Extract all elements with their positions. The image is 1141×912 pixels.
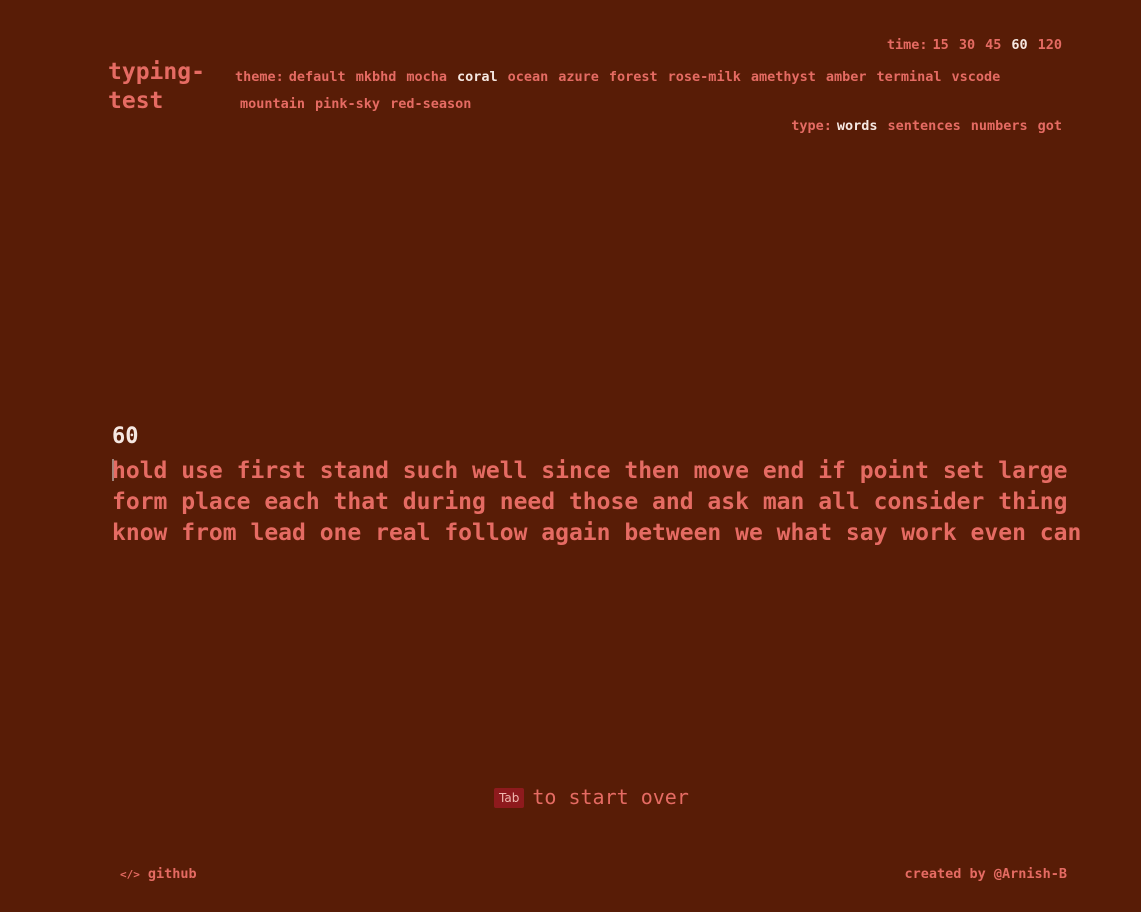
theme-option-pink-sky[interactable]: pink-sky — [315, 91, 380, 118]
time-option-30[interactable]: 30 — [959, 37, 975, 54]
word-line-text: hold use first stand such well since the… — [112, 458, 1068, 484]
word-line: know from lead one real follow again bet… — [112, 518, 1081, 549]
code-icon: </> — [120, 868, 140, 881]
github-link[interactable]: </> github — [120, 866, 197, 882]
theme-option-mountain[interactable]: mountain — [240, 91, 305, 118]
time-selector: time: 15 30 45 60 120 — [887, 37, 1062, 54]
word-area[interactable]: hold use first stand such well since the… — [112, 456, 1081, 549]
theme-option-mkbhd[interactable]: mkbhd — [356, 64, 397, 91]
type-selector: type: words sentences numbers got — [791, 118, 1062, 135]
tab-key-button[interactable]: Tab — [494, 788, 525, 808]
time-option-15[interactable]: 15 — [933, 37, 949, 54]
time-option-60[interactable]: 60 — [1011, 37, 1027, 54]
theme-option-vscode[interactable]: vscode — [952, 64, 1001, 91]
word-line: hold use first stand such well since the… — [112, 456, 1072, 487]
theme-option-forest[interactable]: forest — [609, 64, 658, 91]
theme-option-mocha[interactable]: mocha — [406, 64, 447, 91]
theme-option-amethyst[interactable]: amethyst — [751, 64, 816, 91]
theme-options: default mkbhd mocha coral ocean azure forest ro… — [289, 69, 1001, 85]
time-options: 15 30 45 60 120 — [933, 37, 1062, 53]
type-option-words[interactable]: words — [837, 118, 878, 135]
credit-text: created by @Arnish-B — [904, 866, 1067, 882]
time-option-45[interactable]: 45 — [985, 37, 1001, 54]
theme-label: theme: — [235, 69, 284, 85]
theme-option-default[interactable]: default — [289, 64, 346, 91]
time-option-120[interactable]: 120 — [1038, 37, 1062, 54]
theme-option-azure[interactable]: azure — [558, 64, 599, 91]
type-option-sentences[interactable]: sentences — [888, 118, 961, 135]
countdown-timer: 60 — [112, 424, 139, 449]
type-label: type: — [791, 118, 832, 134]
theme-option-coral[interactable]: coral — [457, 64, 498, 91]
restart-text: to start over — [532, 785, 689, 809]
type-options: words sentences numbers got — [837, 118, 1062, 134]
type-option-numbers[interactable]: numbers — [971, 118, 1028, 135]
time-label: time: — [886, 37, 928, 53]
theme-option-red-season[interactable]: red-season — [390, 91, 471, 118]
typing-test-page: typing- test time: 15 30 45 60 120 theme: defa… — [0, 0, 1141, 912]
theme-option-terminal[interactable]: terminal — [877, 64, 942, 91]
type-option-got[interactable]: got — [1038, 118, 1062, 135]
theme-selector: theme: default mkbhd mocha coral ocean azure fo… — [235, 64, 1015, 118]
theme-option-rose-milk[interactable]: rose-milk — [668, 64, 741, 91]
word-line-text: form place each that during need those a… — [112, 489, 1068, 515]
theme-option-amber[interactable]: amber — [826, 64, 867, 91]
restart-hint: Tab to start over — [494, 785, 689, 809]
github-label: github — [147, 866, 197, 882]
theme-line-2: mountain pink-sky red-season — [235, 91, 1015, 118]
theme-option-ocean[interactable]: ocean — [508, 64, 549, 91]
theme-line-1: theme: default mkbhd mocha coral ocean azure fo… — [235, 64, 1015, 91]
word-line-text: know from lead one real follow again bet… — [112, 520, 1082, 546]
word-line: form place each that during need those a… — [112, 487, 1072, 518]
app-logo[interactable]: typing- test — [108, 58, 218, 116]
